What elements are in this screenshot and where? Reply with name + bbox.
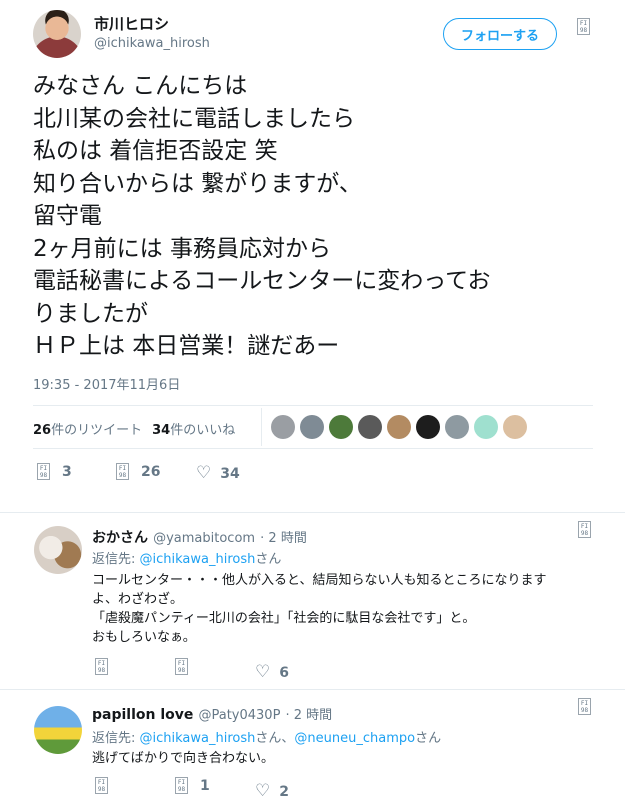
reply-time[interactable]: · 2 時間: [286, 708, 333, 723]
liker-avatar[interactable]: [271, 415, 295, 439]
like-count: 2: [279, 783, 289, 800]
liker-avatar[interactable]: [474, 415, 498, 439]
fi-icon[interactable]: FI 98: [95, 658, 108, 675]
reply-header: おかさん @yamabitocom · 2 時間: [92, 527, 307, 547]
follow-button[interactable]: フォローする: [443, 18, 557, 50]
tweet-line: りましたが: [33, 300, 148, 327]
liker-avatar[interactable]: [387, 415, 411, 439]
divider: [0, 689, 625, 690]
mention-link[interactable]: @ichikawa_hirosh: [140, 731, 256, 746]
fi-icon[interactable]: FI 98: [578, 698, 591, 715]
reply-line: よ、わざわざ。: [92, 592, 184, 607]
tweet-line: 留守電: [33, 203, 102, 229]
author-avatar[interactable]: [33, 10, 81, 58]
heart-icon: ♡: [255, 662, 271, 682]
liker-avatar[interactable]: [503, 415, 527, 439]
like-action[interactable]: ♡ 6: [255, 664, 289, 681]
mention-link[interactable]: @neuneu_champo: [294, 731, 415, 746]
reply-line: コールセンター・・・他人が入ると、結局知らない人も知るところになります: [92, 573, 547, 588]
liker-avatar[interactable]: [300, 415, 324, 439]
reply-to: 返信先: @ichikawa_hiroshさん: [92, 552, 282, 567]
reply-count: 3: [62, 463, 72, 480]
fi-icon[interactable]: FI 98: [95, 777, 108, 794]
tweet-line: 電話秘書によるコールセンターに変わってお: [33, 268, 491, 294]
author-name[interactable]: 市川ヒロシ: [94, 13, 169, 34]
reply-author-name[interactable]: おかさん: [92, 530, 148, 546]
tweet-line: みなさん こんにちは: [33, 73, 248, 99]
retweet-action[interactable]: FI 98 26: [116, 463, 160, 480]
reply-line: おもしろいなぁ。: [92, 630, 196, 645]
reply-line: 逃げてばかりで向き合わない。: [92, 751, 275, 766]
reply-author-handle[interactable]: @yamabitocom: [153, 531, 255, 546]
reply-text: 逃げてばかりで向き合わない。: [92, 749, 274, 768]
tweet-stats: 26件のリツイート 34件のいいね: [33, 419, 235, 438]
liker-avatars: [271, 415, 527, 439]
liker-avatar[interactable]: [358, 415, 382, 439]
reply-line: 「虐殺魔パンティー北川の会社」「社会的に駄目な会社です」と。: [92, 611, 476, 626]
like-action[interactable]: ♡ 34: [196, 465, 240, 482]
fi-icon: FI 98: [37, 463, 50, 480]
liker-avatar[interactable]: [416, 415, 440, 439]
reply-action[interactable]: FI 98 3: [37, 463, 72, 480]
fi-icon: FI 98: [116, 463, 129, 480]
reply-avatar[interactable]: [34, 706, 82, 754]
divider: [261, 408, 262, 446]
reply-time[interactable]: · 2 時間: [260, 531, 307, 546]
retweet-stat[interactable]: 26件のリツイート: [33, 419, 142, 438]
tweet-line: 北川某の会社に電話しましたら: [33, 105, 355, 132]
like-stat[interactable]: 34件のいいね: [152, 419, 235, 438]
heart-icon: ♡: [255, 781, 271, 801]
fi-icon: FI 98: [175, 777, 188, 794]
divider: [0, 512, 625, 513]
like-count: 6: [279, 664, 289, 681]
reply-avatar[interactable]: [34, 526, 82, 574]
like-count: 34: [220, 465, 240, 482]
reply-author-name[interactable]: papillon love: [92, 707, 193, 723]
author-handle[interactable]: @ichikawa_hirosh: [94, 36, 210, 51]
tweet-line: ＨＰ上は 本日営業！謎だあー: [33, 333, 340, 359]
retweet-count: 1: [200, 777, 210, 794]
reply-text: コールセンター・・・他人が入ると、結局知らない人も知るところになります よ、わざ…: [92, 571, 546, 647]
heart-icon: ♡: [196, 463, 212, 483]
retweet-count: 26: [141, 463, 161, 480]
reply-author-handle[interactable]: @Paty0430P: [198, 708, 280, 723]
tweet-line: 2ヶ月前には 事務員応対から: [33, 235, 331, 262]
liker-avatar[interactable]: [329, 415, 353, 439]
fi-icon[interactable]: FI 98: [577, 18, 590, 35]
tweet-line: 私のは 着信拒否設定 笑: [33, 138, 278, 164]
reply-to: 返信先: @ichikawa_hiroshさん、@neuneu_champoさん: [92, 731, 442, 746]
fi-icon[interactable]: FI 98: [175, 658, 188, 675]
liker-avatar[interactable]: [445, 415, 469, 439]
like-action[interactable]: ♡ 2: [255, 783, 289, 800]
tweet-timestamp[interactable]: 19:35 - 2017年11月6日: [33, 374, 180, 393]
retweet-action[interactable]: FI 98 1: [175, 777, 210, 794]
mention-link[interactable]: @ichikawa_hirosh: [140, 552, 256, 567]
tweet-text: みなさん こんにちは 北川某の会社に電話しましたら 私のは 着信拒否設定 笑 知…: [33, 70, 603, 363]
divider: [33, 448, 593, 449]
divider: [33, 405, 593, 406]
fi-icon[interactable]: FI 98: [578, 521, 591, 538]
tweet-line: 知り合いからは 繋がりますが、: [33, 170, 362, 197]
reply-header: papillon love @Paty0430P · 2 時間: [92, 704, 332, 723]
